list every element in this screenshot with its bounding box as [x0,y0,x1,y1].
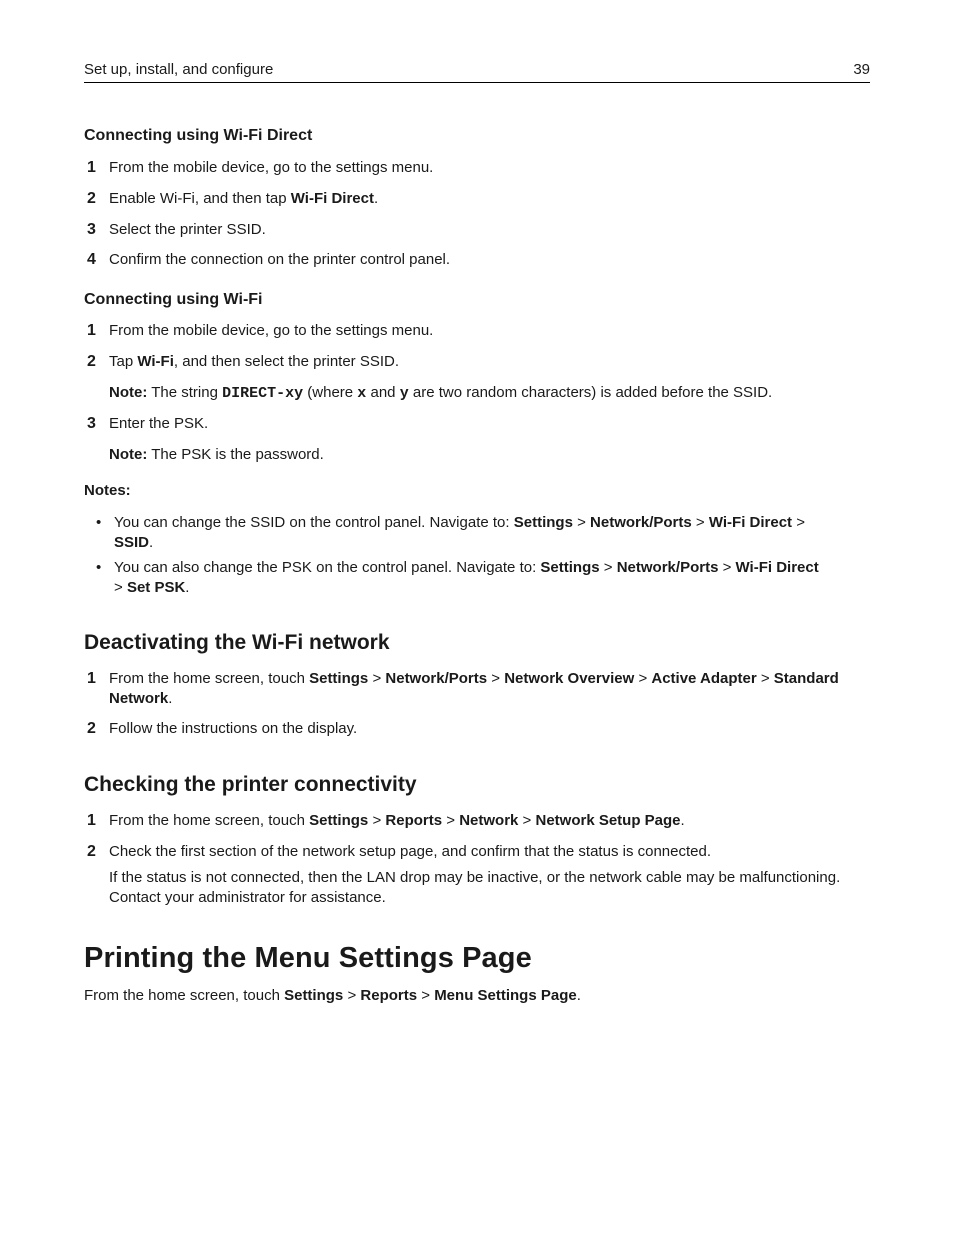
text: You can also change the PSK on the contr… [114,559,541,576]
ui-term: Settings [540,559,600,576]
separator: > [372,812,382,829]
separator: > [522,812,532,829]
ui-term: Network/Ports [616,559,719,576]
text: Tap [109,353,138,370]
note-label: Note: [109,384,148,401]
ui-term: Settings [513,514,573,531]
step-text: From the home screen, touch Settings > R… [109,812,685,829]
text: The PSK is the password. [147,446,324,463]
step-text: Enable Wi-Fi, and then tap Wi-Fi Direct. [109,189,870,209]
section-title: Set up, install, and configure [84,61,274,78]
text: . [373,190,379,207]
text: Enable Wi-Fi, and then tap [109,190,291,207]
chapter-heading-menu-settings: Printing the Menu Settings Page [84,942,532,974]
ui-term: Reports [360,987,418,1004]
text: From the home screen, touch [109,812,310,829]
text: From the home screen, touch [109,670,310,687]
subheading-wifi: Connecting using Wi-Fi [84,291,263,308]
instruction: From the home screen, touch Settings > R… [84,987,581,1004]
step-text: From the mobile device, go to the settin… [109,322,434,339]
step-number: 3 [87,221,96,238]
code-term: x [357,385,367,402]
text: From the home screen, touch [84,987,285,1004]
step-number: 1 [87,812,96,829]
ui-term: Settings [284,987,344,1004]
step-text: From the mobile device, go to the settin… [109,159,434,176]
note-label: Note: [109,446,148,463]
section-heading-connectivity: Checking the printer connectivity [84,773,417,796]
text: , and then select the printer SSID. [173,353,400,370]
page-number: 39 [853,61,870,78]
step-number: 2 [87,353,96,370]
bullet-text: You can also change the PSK on the contr… [114,559,819,596]
text: You can change the SSID on the control p… [114,514,514,531]
separator: > [722,559,732,576]
ui-term: Network/Ports [590,514,692,531]
step-number: 2 [87,720,96,737]
code-term: y [399,385,409,402]
step-number: 1 [87,670,96,687]
text: are two random characters) is added befo… [408,384,773,401]
ui-term: Network/Ports [385,670,488,687]
notes-label: Notes: [84,482,131,499]
note: Note: The string DIRECT-xy (where x and … [109,383,870,404]
step-text: Check the first section of the network s… [109,843,711,860]
separator: > [114,579,123,596]
subheading-wifi-direct: Connecting using Wi-Fi Direct [84,127,313,144]
step-text: From the home screen, touch Settings > N… [109,670,839,707]
section-heading-deactivate: Deactivating the Wi-Fi network [84,631,390,654]
separator: > [695,514,705,531]
ui-term: Wi-Fi Direct [708,514,793,531]
ui-term: Network Setup Page [535,812,681,829]
ui-term: Network Overview [504,670,635,687]
bullet-icon: • [96,559,102,576]
code-term: DIRECT-xy [222,385,304,402]
separator: > [796,514,805,531]
step-text: Confirm the connection on the printer co… [109,251,451,268]
ui-term: Wi-Fi [137,353,174,370]
step-text: Tap Wi-Fi, and then select the printer S… [109,352,870,372]
ui-term: Active Adapter [651,670,757,687]
step-number: 1 [87,159,96,176]
step-number: 2 [87,843,96,860]
bullet-text: You can change the SSID on the control p… [114,514,805,551]
running-header: Set up, install, and configure 39 [84,60,870,83]
separator: > [421,987,431,1004]
separator: > [347,987,357,1004]
text: (where [303,384,358,401]
ui-term: Menu Settings Page [434,987,577,1004]
ui-term: Network [459,812,519,829]
text: and [366,384,400,401]
separator: > [603,559,613,576]
step-followup: If the status is not connected, then the… [109,869,841,906]
ui-term: Settings [309,670,369,687]
separator: > [446,812,456,829]
ui-term: SSID [114,534,150,551]
separator: > [760,670,770,687]
step-number: 2 [87,190,96,207]
ui-term: Set PSK [126,579,186,596]
ui-term: Wi-Fi Direct [735,559,819,576]
separator: > [638,670,648,687]
bullet-icon: • [96,514,102,531]
text: The string [147,384,223,401]
separator: > [577,514,586,531]
step-text: Follow the instructions on the display. [109,720,358,737]
note: Note: The PSK is the password. [109,445,870,465]
ui-term: Reports [385,812,443,829]
step-text: Select the printer SSID. [109,221,266,238]
step-number: 3 [87,415,96,432]
separator: > [372,670,382,687]
ui-term: Wi-Fi Direct [290,190,374,207]
ui-term: Settings [309,812,369,829]
step-number: 4 [87,251,96,268]
separator: > [491,670,501,687]
step-text: Enter the PSK. [109,415,209,432]
step-number: 1 [87,322,96,339]
